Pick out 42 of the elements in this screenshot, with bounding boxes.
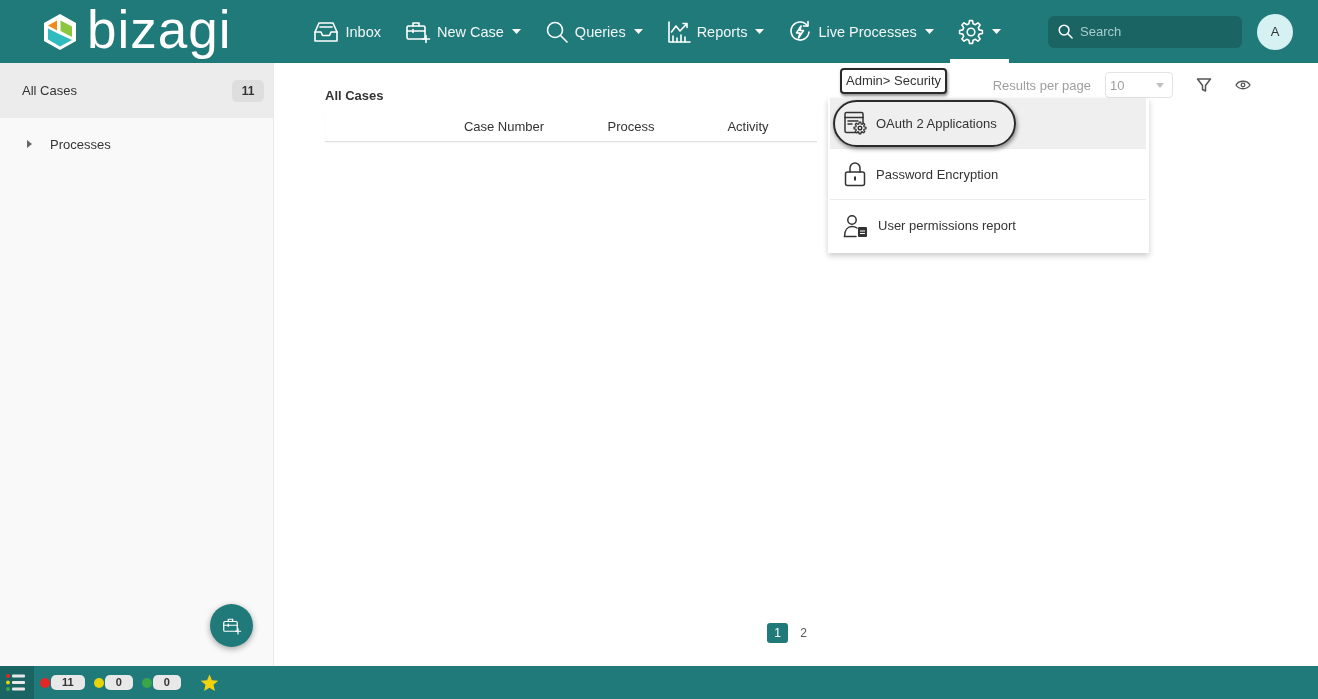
column-header: Activity: [726, 118, 770, 136]
star-icon[interactable]: [199, 673, 219, 692]
lock-icon: [843, 161, 867, 187]
search-field[interactable]: Search: [1048, 15, 1242, 48]
nav-item[interactable]: Queries: [536, 0, 651, 63]
filter-icon[interactable]: [1196, 77, 1212, 93]
section-title: All Cases: [325, 88, 384, 104]
nav-item[interactable]: New Case: [396, 0, 529, 63]
new-case-button[interactable]: [210, 604, 253, 647]
briefcase-plus-icon: [404, 19, 431, 44]
count-badge[interactable]: 0: [104, 675, 133, 690]
nav-item[interactable]: Live Processes: [780, 0, 942, 63]
briefcase-plus-icon: [221, 616, 242, 635]
sidebar-item[interactable]: Processes: [0, 118, 273, 170]
caret-icon[interactable]: [27, 140, 32, 148]
count-badge[interactable]: 0: [152, 675, 181, 690]
search-icon: [1058, 24, 1073, 39]
page-button[interactable]: 1: [767, 623, 789, 643]
results-per-page-label: Results per page: [992, 77, 1091, 93]
nav-item[interactable]: Inbox: [305, 0, 389, 63]
settings-icon: [957, 18, 984, 45]
magnifier-icon: [544, 19, 569, 44]
user-document-icon: [843, 213, 869, 238]
list-icon[interactable]: [0, 666, 34, 699]
tray-icon: [313, 20, 340, 43]
user-avatar[interactable]: A: [1257, 13, 1293, 50]
column-header: Process: [606, 118, 656, 136]
nav-item[interactable]: Reports: [658, 0, 773, 63]
caret-icon: [1156, 82, 1164, 88]
menu-item[interactable]: OAuth 2 Applications: [830, 98, 1146, 149]
eye-icon[interactable]: [1235, 79, 1251, 91]
column-header: Case Number: [462, 118, 546, 136]
page-button[interactable]: 2: [798, 623, 809, 643]
logo-wordmark: bizagi: [87, 1, 232, 58]
count-badge[interactable]: 11: [51, 675, 85, 690]
bolt-cycle-icon: [788, 19, 813, 44]
count-badge: 11: [232, 79, 264, 102]
hexagon-logo-icon: [42, 12, 78, 51]
menu-header: Admin> Security: [840, 67, 947, 94]
chart-icon: [666, 19, 691, 44]
window-gear-icon: [843, 111, 867, 135]
sidebar-item[interactable]: All Cases 11: [0, 63, 273, 118]
